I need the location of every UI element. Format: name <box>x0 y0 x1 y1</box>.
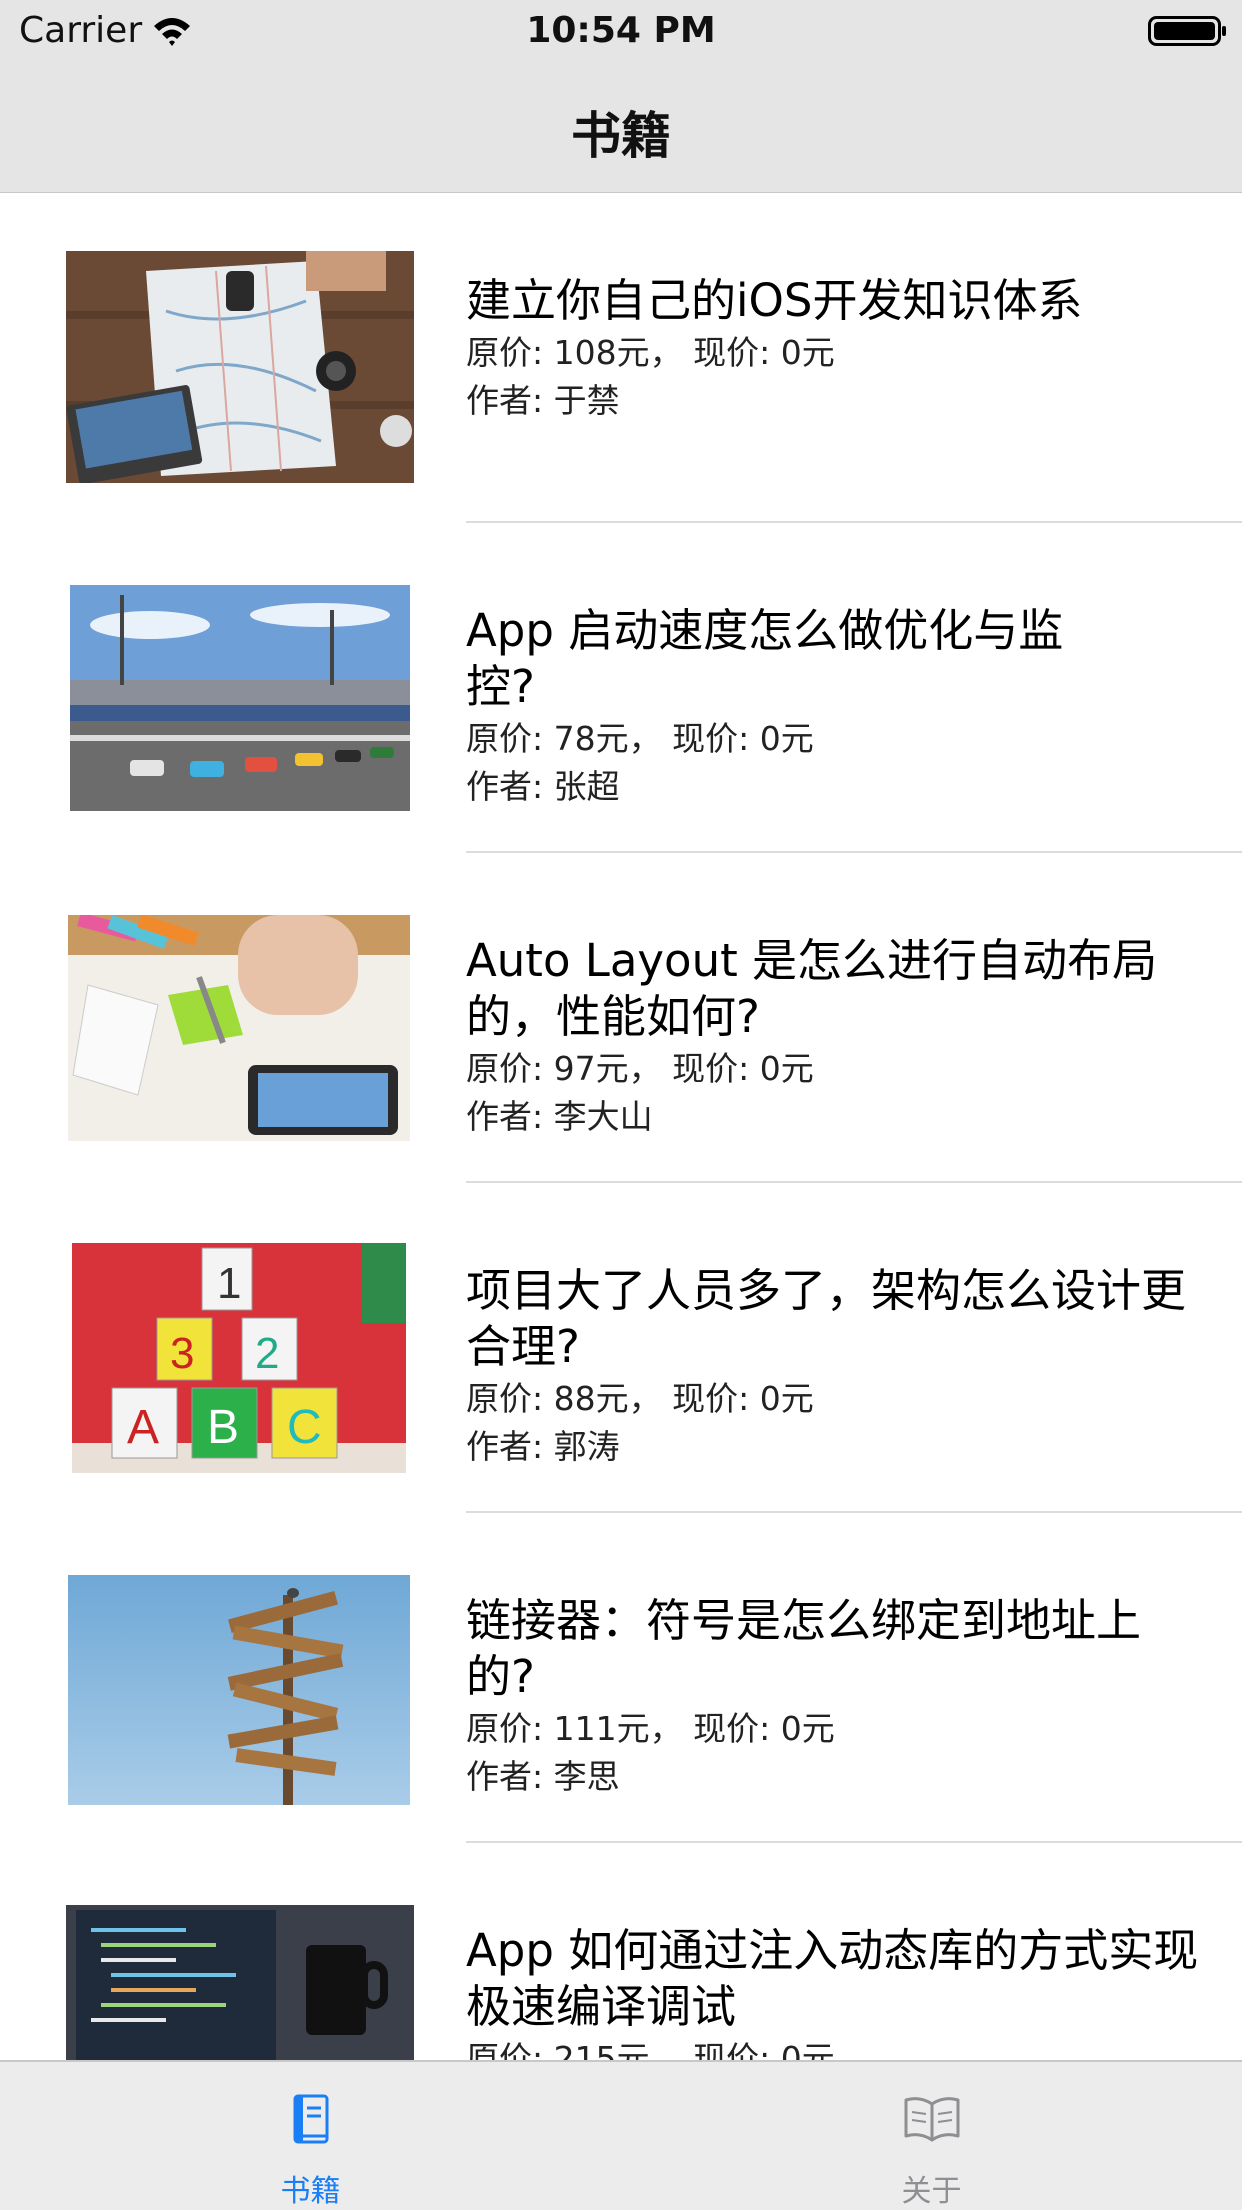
book-row[interactable]: App 如何通过注入动态库的方式实现极速编译调试 原价: 215元， 现价: 0… <box>0 1843 1242 2060</box>
svg-text:3: 3 <box>170 1329 194 1378</box>
book-price: 原价: 108元， 现价: 0元 <box>466 333 835 372</box>
open-book-icon <box>904 2097 959 2142</box>
battery-full-icon <box>1148 16 1226 46</box>
tab-bar: 书籍 关于 <box>0 2060 1242 2210</box>
book-author: 作者: 于禁 <box>466 381 620 420</box>
book-price: 原价: 78元， 现价: 0元 <box>466 719 814 758</box>
book-title: App 启动速度怎么做优化与监控? <box>466 604 1064 713</box>
book-info: 建立你自己的iOS开发知识体系 原价: 108元， 现价: 0元 作者: 于禁 <box>466 273 1206 425</box>
book-title: App 如何通过注入动态库的方式实现极速编译调试 <box>466 1924 1199 2033</box>
status-bar: Carrier 10:54 PM <box>0 0 1242 62</box>
book-title: 建立你自己的iOS开发知识体系 <box>466 274 1083 327</box>
svg-text:B: B <box>207 1401 239 1454</box>
status-time: 10:54 PM <box>526 10 716 51</box>
book-list[interactable]: 建立你自己的iOS开发知识体系 原价: 108元， 现价: 0元 作者: 于禁 <box>0 193 1242 2060</box>
navigation-bar: 书籍 <box>0 62 1242 194</box>
book-row[interactable]: 链接器：符号是怎么绑定到地址上的? 原价: 111元， 现价: 0元 作者: 李… <box>0 1513 1242 1843</box>
tab-books[interactable]: 书籍 <box>0 2062 621 2210</box>
svg-text:A: A <box>127 1401 159 1454</box>
book-author: 作者: 郭涛 <box>466 1427 620 1466</box>
book-info: App 启动速度怎么做优化与监控? 原价: 78元， 现价: 0元 作者: 张超 <box>466 603 1206 811</box>
book-title: 链接器：符号是怎么绑定到地址上的? <box>466 1594 1142 1703</box>
tab-about[interactable]: 关于 <box>621 2062 1242 2210</box>
book-row[interactable]: App 启动速度怎么做优化与监控? 原价: 78元， 现价: 0元 作者: 张超 <box>0 523 1242 853</box>
book-info: App 如何通过注入动态库的方式实现极速编译调试 原价: 215元， 现价: 0… <box>466 1923 1206 2060</box>
book-row[interactable]: Auto Layout 是怎么进行自动布局的，性能如何? 原价: 97元， 现价… <box>0 853 1242 1183</box>
svg-text:1: 1 <box>217 1259 241 1308</box>
book-thumbnail-sticky-notes <box>68 915 410 1141</box>
book-row[interactable]: 1 3 2 A B C 项目大了人员多了，架构怎么设计更合理? 原价: 88元，… <box>0 1183 1242 1513</box>
book-info: Auto Layout 是怎么进行自动布局的，性能如何? 原价: 97元， 现价… <box>466 933 1206 1141</box>
book-thumbnail-abc-blocks: 1 3 2 A B C <box>72 1243 406 1473</box>
book-price: 原价: 97元， 现价: 0元 <box>466 1049 814 1088</box>
book-price: 原价: 215元， 现价: 0元 <box>466 2039 835 2060</box>
tab-books-label: 书籍 <box>280 2174 341 2209</box>
book-thumbnail-map-desk <box>66 251 414 483</box>
book-title: 项目大了人员多了，架构怎么设计更合理? <box>466 1264 1187 1373</box>
book-icon <box>293 2094 328 2144</box>
book-author: 作者: 李大山 <box>466 1097 653 1136</box>
book-author: 作者: 张超 <box>466 767 620 806</box>
book-thumbnail-race-track <box>70 585 410 811</box>
book-author: 作者: 李思 <box>466 1757 620 1796</box>
book-price: 原价: 88元， 现价: 0元 <box>466 1379 814 1418</box>
book-info: 链接器：符号是怎么绑定到地址上的? 原价: 111元， 现价: 0元 作者: 李… <box>466 1593 1206 1801</box>
book-thumbnail-laptop-code <box>66 1905 414 2060</box>
tab-about-label: 关于 <box>901 2174 962 2209</box>
book-row[interactable]: 建立你自己的iOS开发知识体系 原价: 108元， 现价: 0元 作者: 于禁 <box>0 193 1242 523</box>
book-price: 原价: 111元， 现价: 0元 <box>466 1709 835 1748</box>
book-thumbnail-signpost <box>68 1575 410 1805</box>
svg-text:2: 2 <box>255 1329 279 1378</box>
book-info: 项目大了人员多了，架构怎么设计更合理? 原价: 88元， 现价: 0元 作者: … <box>466 1263 1206 1471</box>
svg-text:C: C <box>287 1401 322 1454</box>
book-title: Auto Layout 是怎么进行自动布局的，性能如何? <box>466 934 1158 1043</box>
page-title: 书籍 <box>571 107 671 165</box>
